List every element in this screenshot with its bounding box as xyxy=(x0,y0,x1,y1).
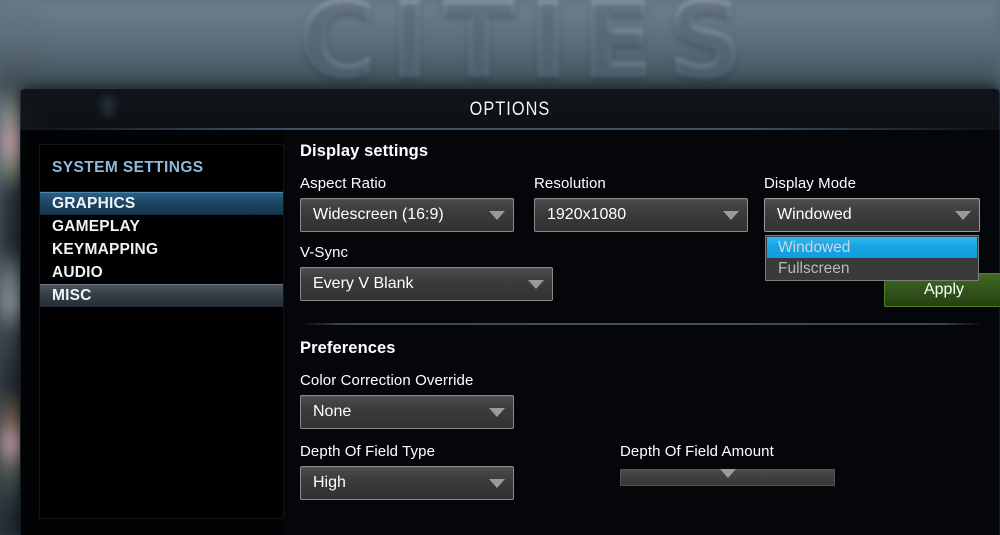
display-settings-row-1: Aspect Ratio Widescreen (16:9) Resolutio… xyxy=(300,175,983,281)
sidebar-item-label: MISC xyxy=(52,287,92,304)
display-mode-option-fullscreen[interactable]: Fullscreen xyxy=(767,258,977,279)
screen: CITIES OPTIONS SYSTEM SETTINGS GRAPHICS … xyxy=(0,0,1000,535)
dof-amount-field: Depth Of Field Amount xyxy=(620,443,860,500)
display-mode-field: Display Mode Windowed Windowed Fullscree… xyxy=(764,175,980,281)
apply-button-label: Apply xyxy=(923,281,965,298)
vsync-value: Every V Blank xyxy=(313,275,414,292)
color-correction-value: None xyxy=(313,403,352,420)
vsync-field: V-Sync Every V Blank xyxy=(300,244,553,301)
dof-type-label: Depth Of Field Type xyxy=(300,443,436,460)
preferences-title: Preferences xyxy=(300,339,396,357)
sidebar-panel: SYSTEM SETTINGS GRAPHICS GAMEPLAY KEYMAP… xyxy=(39,144,284,519)
vsync-label: V-Sync xyxy=(300,244,349,261)
sidebar-item-label: GRAPHICS xyxy=(52,194,136,212)
sidebar-item-misc[interactable]: MISC xyxy=(40,284,283,307)
option-label: Fullscreen xyxy=(778,259,850,277)
sidebar-item-audio[interactable]: AUDIO xyxy=(40,261,283,284)
resolution-label: Resolution xyxy=(534,175,606,192)
sidebar-header: SYSTEM SETTINGS xyxy=(40,145,283,192)
sidebar-item-label: KEYMAPPING xyxy=(52,240,159,258)
slider-handle[interactable] xyxy=(719,469,736,478)
sidebar-item-label: GAMEPLAY xyxy=(52,217,141,235)
color-correction-field: Color Correction Override None xyxy=(300,372,534,429)
chevron-down-icon xyxy=(489,478,505,488)
sidebar-item-gameplay[interactable]: GAMEPLAY xyxy=(40,215,283,238)
chevron-down-icon xyxy=(489,407,505,417)
preferences-row-2: Depth Of Field Type High Depth Of Field … xyxy=(300,443,983,500)
chevron-down-icon xyxy=(955,210,971,220)
window-titlebar: OPTIONS xyxy=(20,88,1000,130)
display-mode-option-windowed[interactable]: Windowed xyxy=(767,237,977,258)
resolution-value: 1920x1080 xyxy=(547,206,627,223)
section-divider xyxy=(300,323,983,325)
dof-amount-label: Depth Of Field Amount xyxy=(620,443,774,460)
option-label: Windowed xyxy=(778,238,851,256)
dof-amount-slider[interactable] xyxy=(620,469,835,486)
display-mode-label: Display Mode xyxy=(764,175,857,192)
sidebar: SYSTEM SETTINGS GRAPHICS GAMEPLAY KEYMAP… xyxy=(21,130,284,535)
cities-logo-text: CITIES xyxy=(299,0,757,102)
settings-content: Display settings Apply Aspect Ratio Wide… xyxy=(284,130,1000,535)
sidebar-item-label: AUDIO xyxy=(52,263,103,281)
cities-logo: CITIES xyxy=(238,0,818,102)
options-window: OPTIONS SYSTEM SETTINGS GRAPHICS GAMEPLA… xyxy=(20,88,1000,535)
window-title: OPTIONS xyxy=(469,98,551,120)
display-mode-value: Windowed xyxy=(777,206,852,223)
chevron-down-icon xyxy=(528,279,544,289)
aspect-ratio-field: Aspect Ratio Widescreen (16:9) xyxy=(300,175,534,232)
aspect-ratio-dropdown[interactable]: Widescreen (16:9) xyxy=(300,198,514,232)
resolution-field: Resolution 1920x1080 xyxy=(534,175,764,232)
chevron-down-icon xyxy=(723,210,739,220)
aspect-ratio-value: Widescreen (16:9) xyxy=(313,206,444,223)
sidebar-item-graphics[interactable]: GRAPHICS xyxy=(40,192,283,215)
dof-type-dropdown[interactable]: High xyxy=(300,466,514,500)
window-body: SYSTEM SETTINGS GRAPHICS GAMEPLAY KEYMAP… xyxy=(20,130,1000,535)
chevron-down-icon xyxy=(489,210,505,220)
preferences-row-1: Color Correction Override None xyxy=(300,372,983,429)
display-mode-option-list: Windowed Fullscreen xyxy=(765,235,979,281)
dof-type-value: High xyxy=(313,474,346,491)
aspect-ratio-label: Aspect Ratio xyxy=(300,175,387,192)
display-settings-title: Display settings xyxy=(300,142,429,160)
dof-type-field: Depth Of Field Type High xyxy=(300,443,620,500)
display-mode-dropdown[interactable]: Windowed Windowed Fullscreen xyxy=(764,198,980,281)
color-correction-dropdown[interactable]: None xyxy=(300,395,514,429)
resolution-dropdown[interactable]: 1920x1080 xyxy=(534,198,748,232)
vsync-dropdown[interactable]: Every V Blank xyxy=(300,267,553,301)
color-correction-label: Color Correction Override xyxy=(300,372,474,389)
sidebar-item-keymapping[interactable]: KEYMAPPING xyxy=(40,238,283,261)
